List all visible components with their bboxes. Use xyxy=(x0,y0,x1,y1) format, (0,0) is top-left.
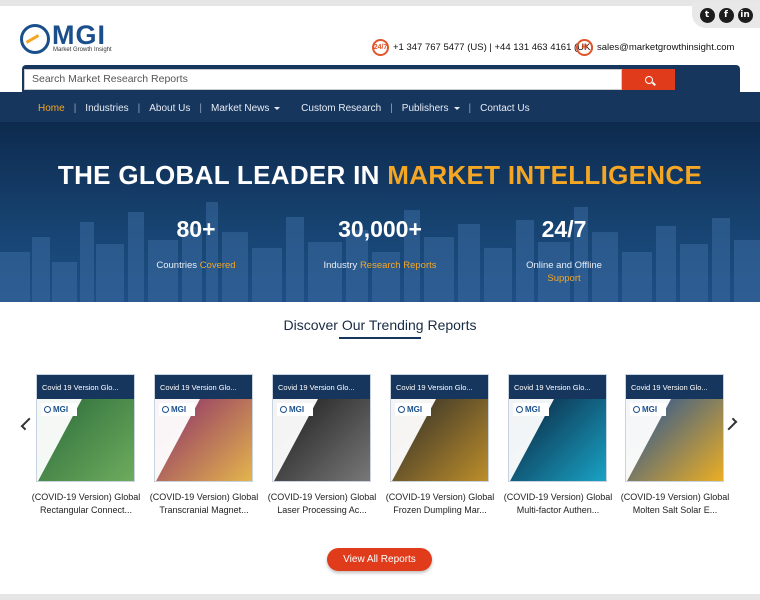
mini-logo-text: MGI xyxy=(171,405,187,414)
stat-number: 24/7 xyxy=(541,216,587,242)
mini-logo-text: MGI xyxy=(407,405,423,414)
report-title-line2[interactable]: Molten Salt Solar E... xyxy=(605,505,745,515)
hero-title-accent: MARKET INTELLIGENCE xyxy=(387,160,703,190)
stat-label: Industry Research Reports xyxy=(300,259,460,272)
twitter-icon[interactable]: t xyxy=(699,7,715,23)
trending-title: Discover Our Trending Reports xyxy=(283,317,477,333)
report-card[interactable]: Covid 19 Version Glo... MGI (COVID-19 Vers… xyxy=(32,374,140,515)
mini-logo-text: MGI xyxy=(53,405,69,414)
bottom-strip xyxy=(0,594,760,600)
report-thumbnail[interactable]: Covid 19 Version Glo... MGI xyxy=(272,374,371,482)
nav-custom-research[interactable]: Custom Research xyxy=(301,103,381,114)
stat-label-text: Online and Offline xyxy=(526,260,602,271)
chevron-down-icon xyxy=(274,106,281,110)
mini-logo-text: MGI xyxy=(642,405,658,414)
report-card-heading: Covid 19 Version Glo... xyxy=(37,375,134,399)
email-contact: ✉ sales@marketgrowthinsight.com xyxy=(576,38,734,56)
nav-separator xyxy=(289,103,292,114)
stat-countries: 80+ Countries Covered xyxy=(136,216,256,272)
report-card[interactable]: Covid 19 Version Glo... MGI (COVID-19 Vers… xyxy=(621,374,729,515)
carousel-prev-icon[interactable] xyxy=(18,414,34,434)
report-thumbnail[interactable]: Covid 19 Version Glo... MGI xyxy=(625,374,724,482)
logo-subtitle: Market Growth Insight xyxy=(53,47,112,53)
stat-label-highlight: Research Reports xyxy=(359,260,437,271)
carousel-next-icon[interactable] xyxy=(724,414,740,434)
nav-market-news-label: Market News xyxy=(211,102,270,114)
report-card[interactable]: Covid 19 Version Glo... MGI (COVID-19 Vers… xyxy=(504,374,612,515)
stat-label-text: Countries xyxy=(156,260,198,271)
search-icon xyxy=(644,75,653,84)
stat-number: 80+ xyxy=(176,216,216,242)
nav-publishers[interactable]: Publishers xyxy=(402,103,460,114)
mgi-mini-logo: MGI xyxy=(630,403,666,416)
search-button[interactable] xyxy=(622,69,675,90)
nav-publishers-label: Publishers xyxy=(401,102,449,114)
mgi-mini-logo: MGI xyxy=(395,403,431,416)
nav-contact-us[interactable]: Contact Us xyxy=(480,103,529,114)
report-title-line1[interactable]: (COVID-19 Version) Global xyxy=(605,492,745,502)
report-thumbnail[interactable]: Covid 19 Version Glo... MGI xyxy=(390,374,489,482)
site-logo[interactable]: MGI Market Growth Insight xyxy=(20,20,120,58)
mgi-mini-logo: MGI xyxy=(513,403,549,416)
nav-home[interactable]: Home xyxy=(38,103,65,114)
stat-number: 30,000+ xyxy=(338,216,422,242)
search-input[interactable]: Search Market Research Reports xyxy=(24,69,622,90)
mgi-mini-logo: MGI xyxy=(277,403,313,416)
stat-support: 24/7 Online and Offline Support xyxy=(504,216,624,285)
nav-separator: | xyxy=(390,102,393,114)
stat-label-text: Industry xyxy=(323,260,358,271)
nav-about-us[interactable]: About Us xyxy=(149,103,190,114)
hero-banner: THE GLOBAL LEADER IN MARKET INTELLIGENCE… xyxy=(0,122,760,302)
view-all-reports-button[interactable]: View All Reports xyxy=(327,548,432,571)
chevron-down-icon xyxy=(453,106,460,110)
stat-reports: 30,000+ Industry Research Reports xyxy=(300,216,460,272)
report-thumbnail[interactable]: Covid 19 Version Glo... MGI xyxy=(154,374,253,482)
stat-label-highlight: Support xyxy=(547,273,581,284)
social-links: t f in xyxy=(692,2,760,28)
email-link[interactable]: sales@marketgrowthinsight.com xyxy=(597,42,734,53)
nav-separator: | xyxy=(137,102,141,114)
report-card-heading: Covid 19 Version Glo... xyxy=(391,375,488,399)
support-24-7-icon: 24/7 xyxy=(372,38,389,56)
nav-market-news[interactable]: Market News xyxy=(211,102,281,114)
nav-separator: | xyxy=(199,102,203,114)
report-card-heading: Covid 19 Version Glo... xyxy=(626,375,723,399)
report-thumbnail[interactable]: Covid 19 Version Glo... MGI xyxy=(508,374,607,482)
report-card[interactable]: Covid 19 Version Glo... MGI (COVID-19 Vers… xyxy=(386,374,494,515)
main-nav: Home | Industries | About Us | Market Ne… xyxy=(38,100,530,116)
hero-title: THE GLOBAL LEADER IN MARKET INTELLIGENCE xyxy=(0,160,760,191)
facebook-icon[interactable]: f xyxy=(718,7,734,23)
nav-separator: | xyxy=(73,102,77,114)
phone-contact: 24/7 +1 347 767 5477 (US) | +44 131 463 … xyxy=(372,38,594,56)
report-card[interactable]: Covid 19 Version Glo... MGI (COVID-19 Vers… xyxy=(268,374,376,515)
report-thumbnail[interactable]: Covid 19 Version Glo... MGI xyxy=(36,374,135,482)
hero-title-main: THE GLOBAL LEADER IN xyxy=(57,160,380,190)
stat-label: Countries Covered xyxy=(136,259,256,272)
report-card-heading: Covid 19 Version Glo... xyxy=(509,375,606,399)
title-underline xyxy=(339,337,421,339)
stat-label-highlight: Covered xyxy=(199,260,236,271)
top-strip xyxy=(0,0,760,6)
report-card[interactable]: Covid 19 Version Glo... MGI (COVID-19 Vers… xyxy=(150,374,258,515)
report-card-heading: Covid 19 Version Glo... xyxy=(155,375,252,399)
linkedin-icon[interactable]: in xyxy=(737,7,753,23)
mini-logo-text: MGI xyxy=(289,405,305,414)
phone-numbers[interactable]: +1 347 767 5477 (US) | +44 131 463 4161 … xyxy=(393,42,594,53)
stat-label: Online and Offline Support xyxy=(504,259,624,285)
mgi-mini-logo: MGI xyxy=(41,403,77,416)
mail-icon: ✉ xyxy=(576,38,593,56)
nav-industries[interactable]: Industries xyxy=(85,103,128,114)
logo-emblem-icon xyxy=(20,24,50,54)
mgi-mini-logo: MGI xyxy=(159,403,195,416)
nav-separator: | xyxy=(468,102,472,114)
mini-logo-text: MGI xyxy=(525,405,541,414)
report-card-heading: Covid 19 Version Glo... xyxy=(273,375,370,399)
